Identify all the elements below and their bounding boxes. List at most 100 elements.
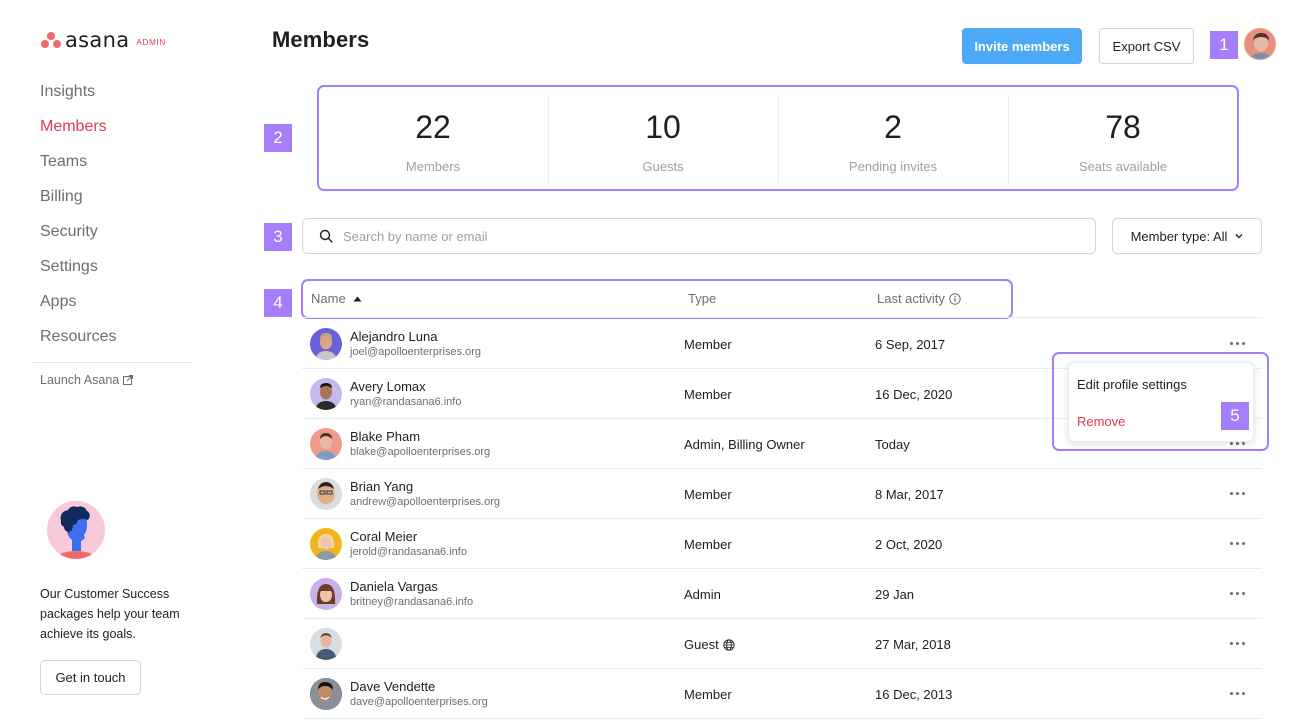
stat-pending-invites: 2 Pending invites bbox=[778, 86, 1008, 190]
avatar bbox=[310, 628, 342, 660]
sidebar-item-resources[interactable]: Resources bbox=[40, 325, 116, 360]
column-header-label: Type bbox=[688, 291, 717, 306]
sidebar: asana ADMIN Insights Members Teams Billi… bbox=[0, 0, 232, 728]
avatar bbox=[310, 528, 342, 560]
stat-value: 2 bbox=[884, 109, 902, 145]
last-activity: 8 Mar, 2017 bbox=[875, 487, 944, 502]
member-email: ryan@randasana6.info bbox=[350, 396, 462, 408]
member-name: Brian Yang bbox=[350, 479, 414, 494]
member-email: britney@randasana6.info bbox=[350, 596, 474, 608]
stat-seats-available: 78 Seats available bbox=[1008, 86, 1238, 190]
sidebar-item-teams[interactable]: Teams bbox=[40, 150, 116, 185]
search-input[interactable] bbox=[343, 228, 1043, 244]
avatar bbox=[310, 328, 342, 360]
last-activity: 6 Sep, 2017 bbox=[875, 337, 946, 352]
stat-value: 10 bbox=[645, 109, 681, 145]
more-options-icon[interactable] bbox=[1225, 635, 1249, 651]
stat-label: Pending invites bbox=[848, 159, 938, 174]
avatar bbox=[310, 678, 342, 710]
get-in-touch-button[interactable]: Get in touch bbox=[40, 660, 141, 695]
table-row[interactable]: Daniela Vargas britney@randasana6.info A… bbox=[302, 569, 1262, 619]
last-activity: 16 Dec, 2013 bbox=[875, 687, 953, 702]
last-activity: 16 Dec, 2020 bbox=[875, 387, 953, 402]
customer-success-illustration bbox=[47, 501, 105, 559]
stat-guests: 10 Guests bbox=[548, 86, 778, 190]
more-options-icon[interactable] bbox=[1225, 585, 1249, 601]
chevron-down-icon bbox=[1235, 234, 1243, 239]
annotation-badge-3: 3 bbox=[264, 223, 292, 251]
logo-text: asana bbox=[65, 28, 130, 52]
column-header-label: Name bbox=[311, 291, 346, 306]
annotation-badge-4: 4 bbox=[264, 289, 292, 317]
stat-members: 22 Members bbox=[318, 86, 548, 190]
sidebar-item-apps[interactable]: Apps bbox=[40, 290, 116, 325]
sidebar-nav: Insights Members Teams Billing Security … bbox=[40, 80, 116, 360]
export-csv-button[interactable]: Export CSV bbox=[1099, 28, 1194, 64]
more-options-icon[interactable] bbox=[1225, 335, 1249, 351]
search-icon bbox=[319, 229, 333, 243]
annotation-badge-1: 1 bbox=[1210, 31, 1238, 59]
sort-ascending-icon bbox=[353, 296, 362, 301]
sidebar-item-security[interactable]: Security bbox=[40, 220, 116, 255]
member-name: Coral Meier bbox=[350, 529, 418, 544]
member-type: Member bbox=[684, 687, 732, 702]
more-options-icon[interactable] bbox=[1225, 485, 1249, 501]
last-activity: 29 Jan bbox=[875, 587, 915, 602]
info-icon[interactable] bbox=[949, 292, 961, 305]
more-options-icon[interactable] bbox=[1225, 535, 1249, 551]
sidebar-item-members[interactable]: Members bbox=[40, 115, 116, 150]
table-row[interactable]: Brian Yang andrew@apolloenterprises.org … bbox=[302, 469, 1262, 519]
member-name: Blake Pham bbox=[350, 429, 421, 444]
member-type: Member bbox=[684, 337, 732, 352]
launch-asana-label: Launch Asana bbox=[40, 373, 120, 387]
table-row[interactable]: Dave Vendette dave@apolloenterprises.org… bbox=[302, 669, 1262, 719]
last-activity: 2 Oct, 2020 bbox=[875, 537, 943, 552]
column-header-name[interactable]: Name bbox=[311, 291, 362, 306]
member-type: Admin, Billing Owner bbox=[684, 437, 805, 452]
avatar bbox=[310, 478, 342, 510]
member-name: Daniela Vargas bbox=[350, 579, 438, 594]
last-activity: Today bbox=[875, 437, 910, 452]
avatar bbox=[310, 378, 342, 410]
stat-value: 22 bbox=[415, 109, 451, 145]
invite-members-button[interactable]: Invite members bbox=[962, 28, 1082, 64]
sidebar-item-billing[interactable]: Billing bbox=[40, 185, 116, 220]
table-header: Name Type Last activity bbox=[302, 282, 1262, 318]
stat-label: Guests bbox=[642, 159, 684, 174]
sidebar-divider bbox=[32, 362, 192, 363]
member-type: Admin bbox=[684, 587, 721, 602]
sidebar-item-settings[interactable]: Settings bbox=[40, 255, 116, 290]
annotation-badge-5: 5 bbox=[1221, 402, 1249, 430]
member-type: Member bbox=[684, 537, 732, 552]
table-row[interactable]: Coral Meier jerold@randasana6.info Membe… bbox=[302, 519, 1262, 569]
member-type-filter-label: Member type: All bbox=[1130, 228, 1228, 244]
last-activity: 27 Mar, 2018 bbox=[875, 637, 951, 652]
admin-badge: ADMIN bbox=[136, 37, 167, 47]
column-header-last-activity[interactable]: Last activity bbox=[877, 291, 961, 306]
stat-label: Members bbox=[405, 159, 461, 174]
member-email: dave@apolloenterprises.org bbox=[350, 696, 488, 708]
member-name: Alejandro Luna bbox=[350, 329, 438, 344]
annotation-badge-2: 2 bbox=[264, 124, 292, 152]
column-header-label: Last activity bbox=[877, 291, 945, 306]
member-email: andrew@apolloenterprises.org bbox=[350, 496, 500, 508]
avatar bbox=[310, 578, 342, 610]
launch-asana-link[interactable]: Launch Asana bbox=[40, 373, 134, 387]
sidebar-item-insights[interactable]: Insights bbox=[40, 80, 116, 115]
globe-icon bbox=[723, 638, 735, 651]
more-options-icon[interactable] bbox=[1225, 685, 1249, 701]
member-name: Dave Vendette bbox=[350, 679, 436, 694]
table-row[interactable]: Guest 27 Mar, 2018 bbox=[302, 619, 1262, 669]
page-title: Members bbox=[272, 27, 370, 52]
member-email: jerold@randasana6.info bbox=[350, 546, 467, 558]
search-box[interactable] bbox=[302, 218, 1096, 254]
user-avatar[interactable] bbox=[1244, 28, 1276, 60]
member-email: blake@apolloenterprises.org bbox=[350, 446, 491, 458]
column-header-type[interactable]: Type bbox=[688, 291, 716, 306]
customer-success-text: Our Customer Success packages help your … bbox=[40, 587, 180, 641]
stats-panel: 22 Members 10 Guests 2 Pending invites 7… bbox=[318, 86, 1238, 190]
external-link-icon bbox=[123, 375, 134, 385]
member-type-filter[interactable]: Member type: All bbox=[1112, 218, 1262, 254]
member-type: Member bbox=[684, 487, 732, 502]
asana-logo[interactable]: asana ADMIN bbox=[40, 28, 167, 52]
